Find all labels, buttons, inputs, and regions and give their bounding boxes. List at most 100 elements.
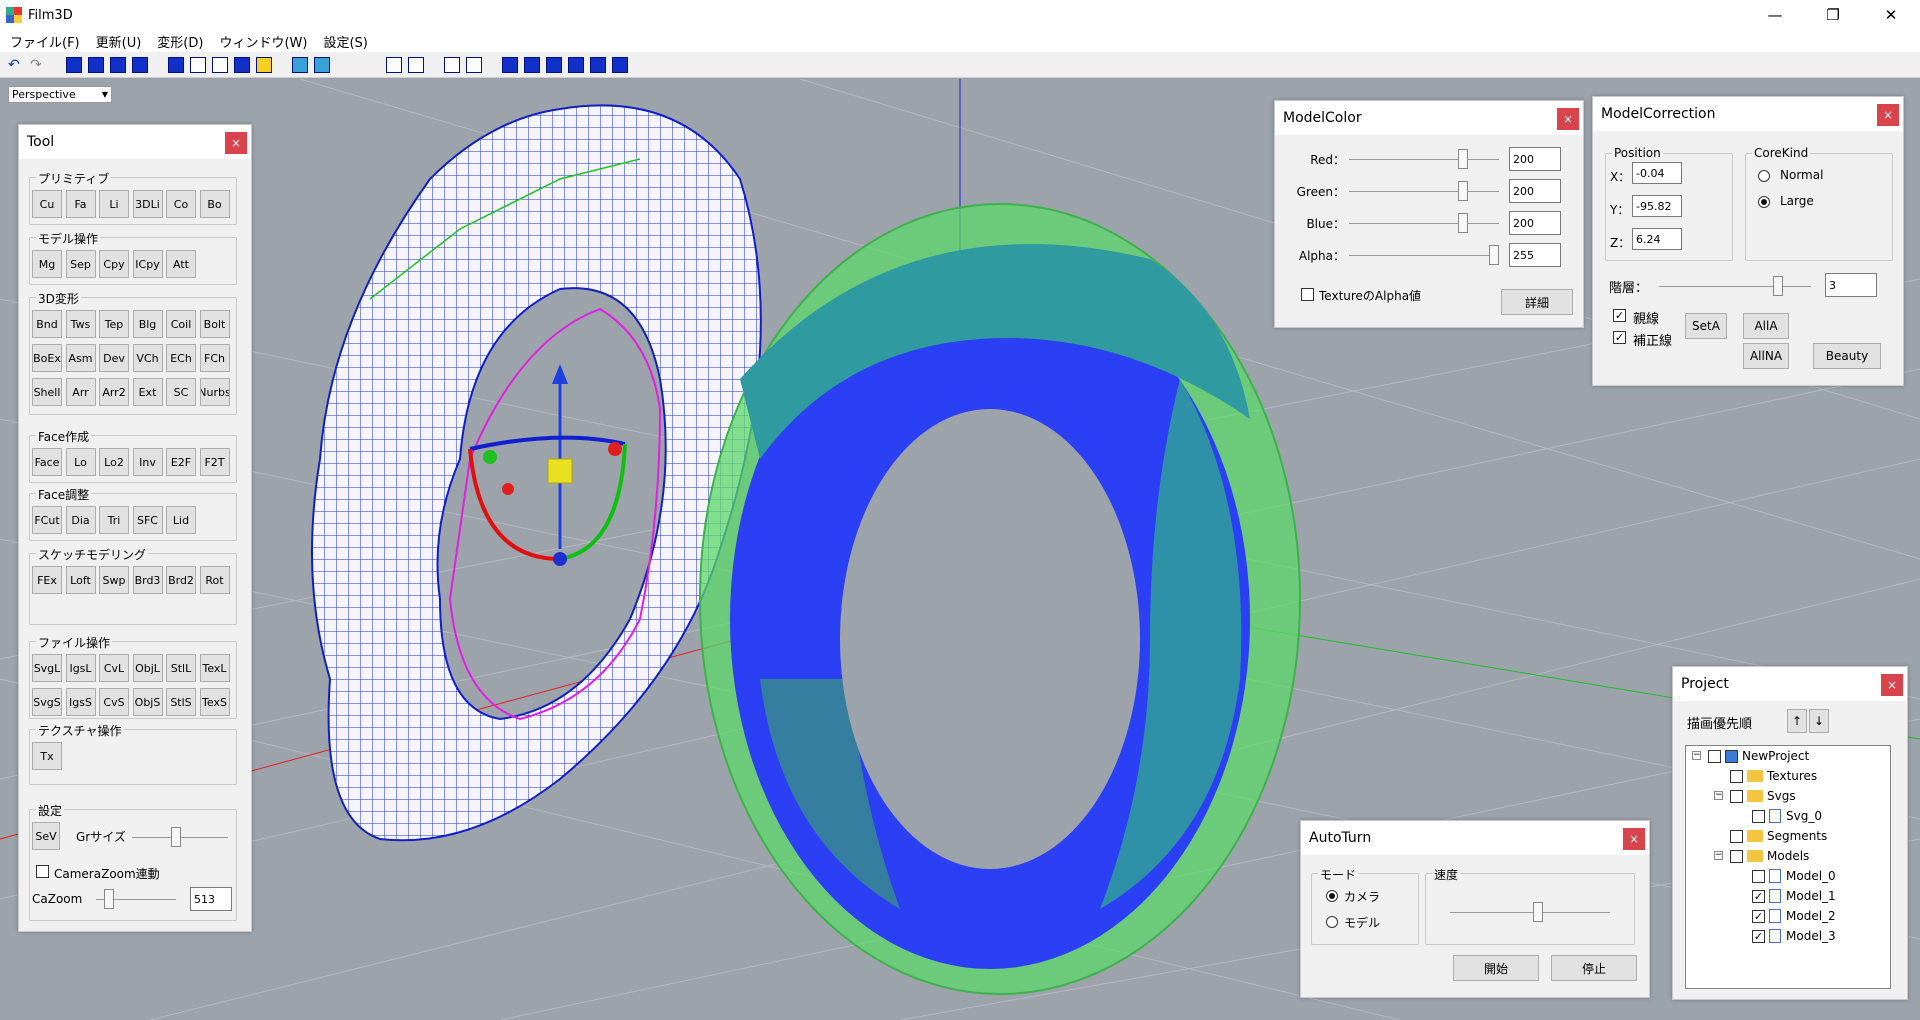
tool-button-inv[interactable]: Inv bbox=[132, 448, 163, 476]
tree-node[interactable]: ✓ Model_1 bbox=[1752, 888, 1836, 904]
tool-button-ext[interactable]: Ext bbox=[132, 378, 163, 406]
parent-line-checkbox[interactable]: ✓ bbox=[1613, 309, 1626, 322]
tool-button-lid[interactable]: Lid bbox=[166, 506, 196, 534]
tool-button-fex[interactable]: FEx bbox=[32, 566, 62, 594]
alla-button[interactable]: AllA bbox=[1743, 313, 1789, 339]
priority-up-button[interactable]: ↑ bbox=[1787, 709, 1807, 733]
tool-button-fch[interactable]: FCh bbox=[199, 344, 230, 372]
tool-button-bo[interactable]: Bo bbox=[199, 190, 230, 218]
sev-button[interactable]: SeV bbox=[32, 822, 60, 850]
view-mode-select[interactable]: Perspective ▼ bbox=[8, 86, 112, 103]
layer-slider[interactable] bbox=[1659, 276, 1811, 296]
tool-button-dev[interactable]: Dev bbox=[99, 344, 129, 372]
color-row-slider-thumb[interactable] bbox=[1489, 245, 1499, 265]
color-row-value-input[interactable]: 200 bbox=[1509, 211, 1561, 235]
tool-button-lo[interactable]: Lo bbox=[65, 448, 96, 476]
wire-icon[interactable] bbox=[314, 56, 330, 73]
color-row-slider[interactable] bbox=[1349, 213, 1499, 233]
color-row-value-input[interactable]: 200 bbox=[1509, 147, 1561, 171]
tool-button-lo2[interactable]: Lo2 bbox=[99, 448, 129, 476]
tree-node-checkbox[interactable] bbox=[1708, 749, 1721, 763]
align-f-icon[interactable] bbox=[612, 56, 628, 73]
color-row-slider[interactable] bbox=[1349, 245, 1499, 265]
view-front-icon[interactable] bbox=[66, 56, 82, 73]
menu-update[interactable]: 更新(U) bbox=[88, 32, 150, 51]
tool-button-brd2[interactable]: Brd2 bbox=[166, 566, 196, 594]
menu-window[interactable]: ウィンドウ(W) bbox=[211, 32, 315, 51]
menu-file[interactable]: ファイル(F) bbox=[2, 32, 88, 51]
tree-node-checkbox[interactable] bbox=[1752, 809, 1765, 823]
tool-button-igss[interactable]: IgsS bbox=[65, 688, 96, 716]
stop-button[interactable]: 停止 bbox=[1551, 955, 1637, 981]
tree-node[interactable]: Svg_0 bbox=[1752, 808, 1822, 824]
aux-line-checkbox[interactable]: ✓ bbox=[1613, 331, 1626, 344]
tree-node[interactable]: − NewProject bbox=[1692, 748, 1809, 764]
folder-tool-icon[interactable] bbox=[256, 56, 272, 73]
tool-button-stls[interactable]: StlS bbox=[166, 688, 196, 716]
color-row-slider-thumb[interactable] bbox=[1458, 181, 1469, 201]
color-row-value-input[interactable]: 200 bbox=[1509, 179, 1561, 203]
tool-button-att[interactable]: Att bbox=[166, 250, 196, 278]
line-tool-icon[interactable] bbox=[234, 56, 250, 73]
tree-node-checkbox[interactable]: ✓ bbox=[1752, 929, 1765, 943]
layout-a-icon[interactable] bbox=[444, 56, 460, 73]
tool-button-objl[interactable]: ObjL bbox=[132, 654, 163, 682]
tool-button-f2t[interactable]: F2T bbox=[199, 448, 230, 476]
tool-button-dia[interactable]: Dia bbox=[65, 506, 96, 534]
x-input[interactable]: -0.04 bbox=[1632, 162, 1682, 184]
panel-icon[interactable] bbox=[408, 56, 424, 73]
maximize-button[interactable]: ❐ bbox=[1804, 0, 1862, 30]
close-window-button[interactable]: ✕ bbox=[1862, 0, 1920, 30]
color-row-slider-thumb[interactable] bbox=[1458, 213, 1469, 233]
texture-alpha-checkbox[interactable] bbox=[1301, 288, 1314, 301]
view-back-icon[interactable] bbox=[88, 56, 104, 73]
tool-button-fcut[interactable]: FCut bbox=[32, 506, 62, 534]
beauty-button[interactable]: Beauty bbox=[1813, 343, 1881, 369]
tool-button-co[interactable]: Co bbox=[166, 190, 196, 218]
align-a-icon[interactable] bbox=[502, 56, 518, 73]
tool-button-igsl[interactable]: IgsL bbox=[65, 654, 96, 682]
tree-node[interactable]: Textures bbox=[1730, 768, 1817, 784]
tool-button-texl[interactable]: TexL bbox=[199, 654, 230, 682]
allna-button[interactable]: AllNA bbox=[1743, 343, 1789, 369]
camera-zoom-link-checkbox[interactable] bbox=[36, 865, 49, 878]
tool-button-coil[interactable]: Coil bbox=[166, 310, 196, 338]
menu-settings[interactable]: 設定(S) bbox=[315, 32, 375, 51]
tool-button-stll[interactable]: StlL bbox=[166, 654, 196, 682]
align-b-icon[interactable] bbox=[524, 56, 540, 73]
tree-node[interactable]: − Svgs bbox=[1714, 788, 1796, 804]
model-correction-close-button[interactable]: × bbox=[1877, 104, 1899, 126]
redo-icon[interactable]: ↷ bbox=[30, 57, 46, 73]
tool-button-shell[interactable]: Shell bbox=[32, 378, 62, 406]
tool-button-sc[interactable]: SC bbox=[166, 378, 196, 406]
seta-button[interactable]: SetA bbox=[1685, 313, 1727, 339]
tool-button-cpy[interactable]: Cpy bbox=[99, 250, 129, 278]
tool-button-cvs[interactable]: CvS bbox=[99, 688, 129, 716]
gr-size-slider[interactable] bbox=[132, 827, 228, 847]
tool-button-svgs[interactable]: SvgS bbox=[32, 688, 62, 716]
project-tree[interactable]: − NewProject Textures − Svgs Svg_0 Segments − Mo… bbox=[1685, 745, 1891, 989]
color-row-value-input[interactable]: 255 bbox=[1509, 243, 1561, 267]
tool-button-vch[interactable]: VCh bbox=[132, 344, 163, 372]
project-close-button[interactable]: × bbox=[1881, 674, 1903, 696]
layer-slider-thumb[interactable] bbox=[1772, 276, 1783, 296]
tree-node[interactable]: − Models bbox=[1714, 848, 1809, 864]
tool-button-brd3[interactable]: Brd3 bbox=[132, 566, 163, 594]
tree-node[interactable]: ✓ Model_2 bbox=[1752, 908, 1836, 924]
tool-button-fa[interactable]: Fa bbox=[65, 190, 96, 218]
transform-gizmo[interactable] bbox=[468, 364, 627, 566]
tool-button-svgl[interactable]: SvgL bbox=[32, 654, 62, 682]
tool-button-tws[interactable]: Tws bbox=[65, 310, 96, 338]
tool-button-arr[interactable]: Arr bbox=[65, 378, 96, 406]
tree-expand-icon[interactable]: − bbox=[1692, 751, 1701, 760]
color-row-slider[interactable] bbox=[1349, 149, 1499, 169]
model-radio[interactable] bbox=[1326, 916, 1338, 928]
tool-button-tri[interactable]: Tri bbox=[99, 506, 129, 534]
autoturn-close-button[interactable]: × bbox=[1623, 828, 1645, 850]
select-rect-icon[interactable] bbox=[212, 56, 228, 73]
tool-button-icpy[interactable]: ICpy bbox=[132, 250, 163, 278]
tool-button-3dli[interactable]: 3DLi bbox=[132, 190, 163, 218]
tool-button-tep[interactable]: Tep bbox=[99, 310, 129, 338]
color-row-slider-thumb[interactable] bbox=[1458, 149, 1469, 169]
tool-button-face[interactable]: Face bbox=[32, 448, 62, 476]
